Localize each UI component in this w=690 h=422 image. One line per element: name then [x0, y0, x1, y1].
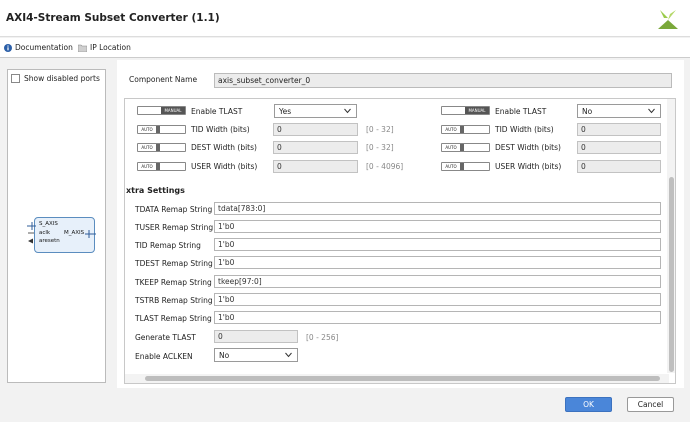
- input-port-pins-icon: [28, 232, 34, 244]
- chevron-down-icon: [648, 108, 655, 114]
- mi-user-width-label: USER Width (bits): [495, 162, 562, 171]
- link-bar: Documentation IP Location: [0, 38, 690, 58]
- mode-knob: MANUAL: [465, 107, 489, 114]
- ip-symbol: S_AXIS aclk aresetn M_AXIS: [27, 217, 96, 254]
- cancel-button[interactable]: Cancel: [627, 397, 674, 412]
- si-user-width-mode-toggle[interactable]: AUTO: [137, 162, 186, 171]
- mi-enable-tlast-select[interactable]: No: [577, 104, 661, 118]
- extra-settings-heading: xtra Settings: [126, 186, 185, 195]
- mi-enable-tlast-mode-toggle[interactable]: MANUAL: [441, 106, 490, 115]
- mi-tid-width-label: TID Width (bits): [495, 125, 554, 134]
- tstrb-remap-field[interactable]: 1'b0: [214, 293, 661, 306]
- window-title: AXI4-Stream Subset Converter (1.1): [6, 12, 220, 24]
- ip-location-link[interactable]: IP Location: [78, 43, 131, 52]
- port-m-axis-label: M_AXIS: [64, 230, 85, 236]
- si-user-width-field[interactable]: 0: [273, 160, 358, 173]
- xilinx-logo-icon: [658, 10, 678, 29]
- mode-knob: AUTO: [442, 144, 464, 151]
- si-enable-tlast-label: Enable TLAST: [191, 107, 243, 116]
- mi-tid-width-mode-toggle[interactable]: AUTO: [441, 125, 490, 134]
- tlast-remap-label: TLAST Remap String: [135, 314, 212, 323]
- configuration-area: Component Name axis_subset_converter_0 M…: [117, 60, 684, 388]
- enable-aclken-label: Enable ACLKEN: [135, 352, 193, 361]
- tid-remap-label: TID Remap String: [135, 241, 201, 250]
- chevron-down-icon: [285, 352, 292, 358]
- port-s-axis-label: S_AXIS: [39, 221, 58, 227]
- mode-knob: AUTO: [138, 144, 160, 151]
- mode-knob: AUTO: [138, 163, 160, 170]
- show-disabled-ports-option[interactable]: Show disabled ports: [11, 74, 100, 83]
- si-tid-width-field[interactable]: 0: [273, 123, 358, 136]
- tuser-remap-field[interactable]: 1'b0: [214, 220, 661, 233]
- ok-button[interactable]: OK: [565, 397, 612, 412]
- tuser-remap-label: TUSER Remap String: [135, 223, 214, 232]
- settings-scroll-pane: MANUAL Enable TLAST Yes AUTO TID Width (…: [124, 98, 676, 384]
- tdata-remap-field[interactable]: tdata[783:0]: [214, 202, 661, 215]
- show-disabled-ports-checkbox[interactable]: [11, 74, 20, 83]
- horizontal-scroll-thumb[interactable]: [145, 376, 660, 381]
- mi-tid-width-field[interactable]: 0: [577, 123, 661, 136]
- info-icon: [4, 43, 12, 52]
- si-dest-width-field[interactable]: 0: [273, 141, 358, 154]
- mode-knob: AUTO: [442, 126, 464, 133]
- generate-tlast-range: [0 - 256]: [306, 333, 339, 342]
- mi-enable-tlast-value: No: [582, 107, 593, 116]
- tlast-remap-field[interactable]: 1'b0: [214, 311, 661, 324]
- documentation-link[interactable]: Documentation: [4, 43, 73, 52]
- documentation-label: Documentation: [15, 43, 73, 52]
- mode-knob: AUTO: [138, 126, 160, 133]
- chevron-down-icon: [344, 108, 351, 114]
- si-enable-tlast-value: Yes: [279, 107, 292, 116]
- ip-location-label: IP Location: [90, 43, 131, 52]
- si-tid-width-range: [0 - 32]: [366, 125, 394, 134]
- si-user-width-range: [0 - 4096]: [366, 162, 404, 171]
- show-disabled-ports-label: Show disabled ports: [24, 74, 100, 83]
- mode-knob: AUTO: [442, 163, 464, 170]
- si-user-width-label: USER Width (bits): [191, 162, 258, 171]
- tkeep-remap-field[interactable]: tkeep[97:0]: [214, 275, 661, 288]
- m-axis-bus-icon: [85, 230, 96, 238]
- tdest-remap-label: TDEST Remap String: [135, 259, 213, 268]
- tdest-remap-field[interactable]: 1'b0: [214, 256, 661, 269]
- port-aresetn-label: aresetn: [39, 238, 60, 244]
- mi-user-width-mode-toggle[interactable]: AUTO: [441, 162, 490, 171]
- mi-enable-tlast-label: Enable TLAST: [495, 107, 547, 116]
- vertical-scrollbar[interactable]: [667, 99, 675, 373]
- horizontal-scrollbar[interactable]: [125, 374, 669, 383]
- mi-dest-width-mode-toggle[interactable]: AUTO: [441, 143, 490, 152]
- tdata-remap-label: TDATA Remap String: [135, 205, 213, 214]
- si-dest-width-mode-toggle[interactable]: AUTO: [137, 143, 186, 152]
- si-enable-tlast-select[interactable]: Yes: [274, 104, 357, 118]
- mi-dest-width-label: DEST Width (bits): [495, 143, 561, 152]
- si-dest-width-range: [0 - 32]: [366, 143, 394, 152]
- title-bar: AXI4-Stream Subset Converter (1.1): [0, 0, 690, 37]
- generate-tlast-label: Generate TLAST: [135, 333, 196, 342]
- mi-user-width-field[interactable]: 0: [577, 160, 661, 173]
- port-aclk-label: aclk: [39, 230, 51, 236]
- vertical-scroll-thumb[interactable]: [669, 177, 674, 372]
- folder-icon: [78, 44, 87, 52]
- component-name-field[interactable]: axis_subset_converter_0: [214, 73, 672, 88]
- mode-knob: MANUAL: [161, 107, 185, 114]
- tkeep-remap-label: TKEEP Remap String: [135, 278, 212, 287]
- generate-tlast-field[interactable]: 0: [214, 330, 298, 343]
- symbol-panel: Show disabled ports S_AXIS aclk aresetn …: [7, 69, 106, 383]
- tstrb-remap-label: TSTRB Remap String: [135, 296, 213, 305]
- mi-dest-width-field[interactable]: 0: [577, 141, 661, 154]
- si-dest-width-label: DEST Width (bits): [191, 143, 257, 152]
- si-tid-width-mode-toggle[interactable]: AUTO: [137, 125, 186, 134]
- component-name-label: Component Name: [129, 75, 198, 84]
- si-enable-tlast-mode-toggle[interactable]: MANUAL: [137, 106, 186, 115]
- tid-remap-field[interactable]: 1'b0: [214, 238, 661, 251]
- enable-aclken-value: No: [219, 351, 230, 360]
- enable-aclken-select[interactable]: No: [214, 348, 298, 362]
- si-tid-width-label: TID Width (bits): [191, 125, 250, 134]
